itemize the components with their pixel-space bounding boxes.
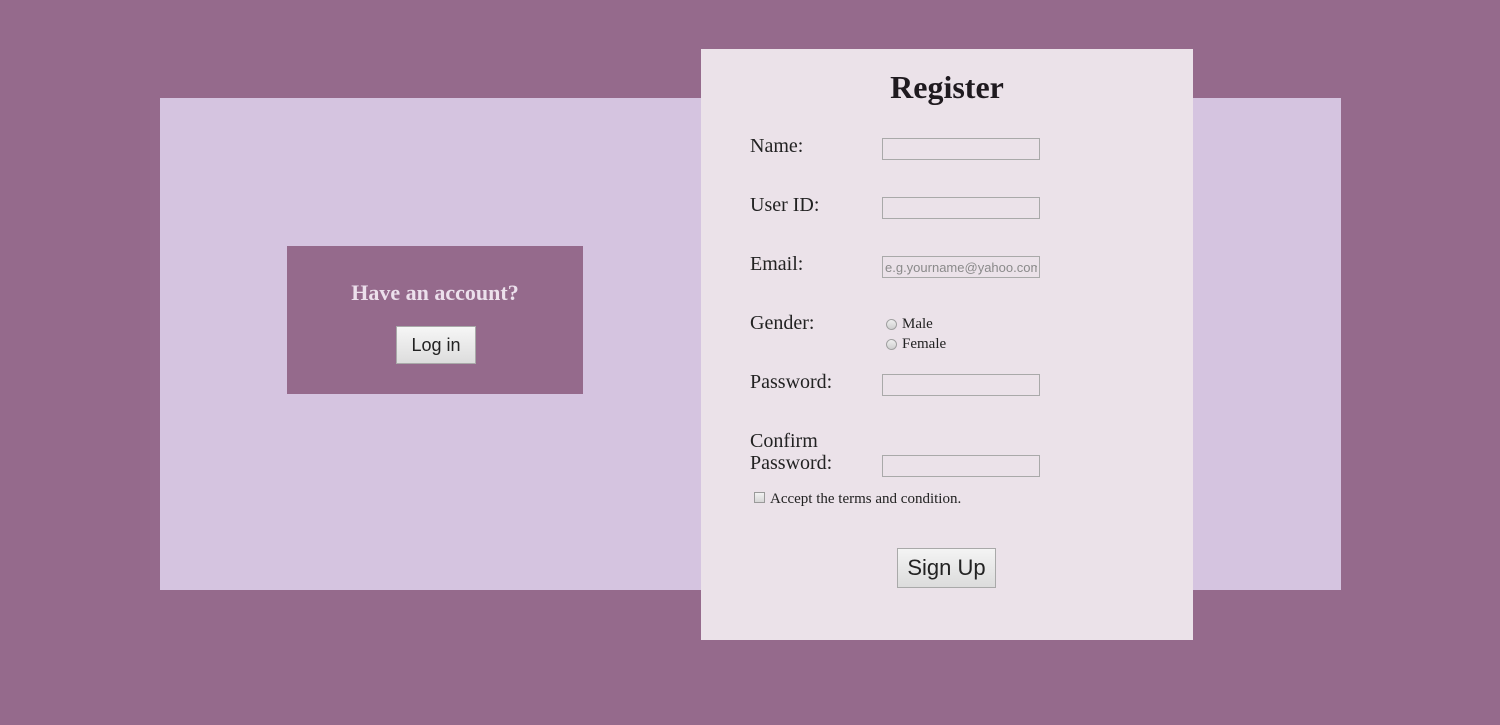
male-radio[interactable] [886, 318, 897, 330]
password-label: Password: [750, 371, 833, 393]
confirm-password-label-line1: Confirm [750, 430, 818, 452]
male-label: Male [902, 316, 933, 332]
gender-option-female[interactable]: Female [886, 335, 946, 353]
confirm-password-label-line2: Password: [750, 452, 833, 474]
name-label: Name: [750, 135, 804, 157]
login-panel: Have an account? Log in [287, 246, 583, 394]
terms-row[interactable]: Accept the terms and condition. [754, 491, 961, 508]
login-heading: Have an account? [351, 280, 519, 305]
user-id-label: User ID: [750, 194, 820, 216]
confirm-password-input[interactable] [882, 455, 1040, 477]
user-id-input[interactable] [882, 197, 1040, 219]
email-label: Email: [750, 253, 804, 275]
terms-checkbox[interactable] [754, 492, 765, 503]
login-button[interactable]: Log in [396, 326, 476, 364]
email-input[interactable] [882, 256, 1040, 278]
gender-label: Gender: [750, 312, 815, 334]
female-label: Female [902, 336, 947, 352]
name-input[interactable] [882, 138, 1040, 160]
register-title: Register [890, 69, 1004, 105]
female-radio[interactable] [886, 338, 897, 350]
password-input[interactable] [882, 374, 1040, 396]
terms-label: Accept the terms and condition. [770, 491, 962, 507]
gender-option-male[interactable]: Male [886, 315, 933, 333]
register-card: Register Name: User ID: Email: Gender: M… [701, 49, 1193, 640]
signup-button[interactable]: Sign Up [897, 548, 996, 588]
